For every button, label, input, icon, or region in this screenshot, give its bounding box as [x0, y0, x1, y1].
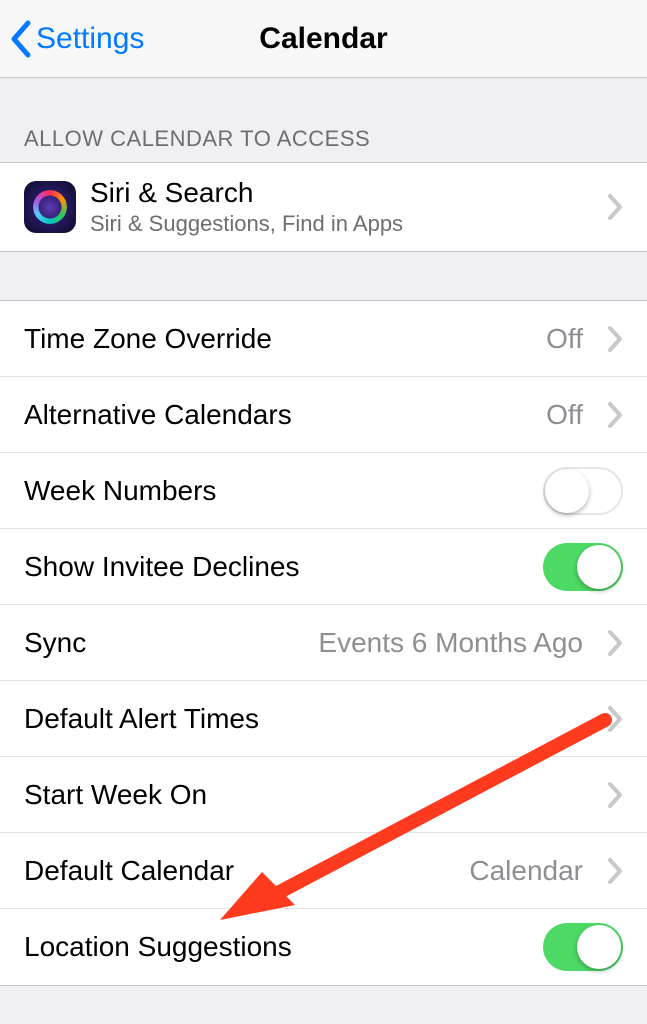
section-main: Time Zone Override Off Alternative Calen… [0, 300, 647, 986]
label-time-zone: Time Zone Override [24, 323, 272, 355]
siri-title: Siri & Search [90, 177, 403, 209]
page-title: Calendar [259, 22, 387, 56]
toggle-invitee-declines[interactable] [543, 543, 623, 591]
row-week-numbers: Week Numbers [0, 453, 647, 529]
row-default-calendar[interactable]: Default Calendar Calendar [0, 833, 647, 909]
back-label: Settings [36, 22, 144, 56]
row-location-suggestions: Location Suggestions [0, 909, 647, 985]
chevron-right-icon [607, 193, 623, 221]
row-start-week-on[interactable]: Start Week On [0, 757, 647, 833]
value-default-calendar: Calendar [469, 855, 583, 887]
chevron-right-icon [607, 629, 623, 657]
value-alt-cal: Off [546, 399, 583, 431]
label-start-week: Start Week On [24, 779, 207, 811]
row-show-invitee-declines: Show Invitee Declines [0, 529, 647, 605]
chevron-right-icon [607, 857, 623, 885]
row-siri-search[interactable]: Siri & Search Siri & Suggestions, Find i… [0, 163, 647, 251]
chevron-right-icon [607, 325, 623, 353]
value-sync: Events 6 Months Ago [318, 627, 583, 659]
siri-subtitle: Siri & Suggestions, Find in Apps [90, 211, 403, 237]
chevron-right-icon [607, 781, 623, 809]
toggle-week-numbers[interactable] [543, 467, 623, 515]
label-location: Location Suggestions [24, 931, 292, 963]
chevron-left-icon [8, 19, 32, 59]
back-button[interactable]: Settings [8, 0, 144, 77]
label-alt-cal: Alternative Calendars [24, 399, 292, 431]
row-default-alert-times[interactable]: Default Alert Times [0, 681, 647, 757]
row-alternative-calendars[interactable]: Alternative Calendars Off [0, 377, 647, 453]
siri-icon [24, 181, 76, 233]
label-invitee: Show Invitee Declines [24, 551, 299, 583]
siri-text-container: Siri & Search Siri & Suggestions, Find i… [90, 177, 403, 237]
list-allow: Siri & Search Siri & Suggestions, Find i… [0, 162, 647, 252]
chevron-right-icon [607, 401, 623, 429]
label-alert: Default Alert Times [24, 703, 259, 735]
chevron-right-icon [607, 705, 623, 733]
label-default-calendar: Default Calendar [24, 855, 234, 887]
list-main: Time Zone Override Off Alternative Calen… [0, 300, 647, 986]
label-sync: Sync [24, 627, 86, 659]
toggle-location-suggestions[interactable] [543, 923, 623, 971]
row-time-zone-override[interactable]: Time Zone Override Off [0, 301, 647, 377]
section-header-allow: ALLOW CALENDAR TO ACCESS [0, 126, 647, 162]
value-time-zone: Off [546, 323, 583, 355]
row-sync[interactable]: Sync Events 6 Months Ago [0, 605, 647, 681]
label-week-numbers: Week Numbers [24, 475, 216, 507]
section-allow-access: ALLOW CALENDAR TO ACCESS Siri & Search S… [0, 126, 647, 252]
nav-bar: Settings Calendar [0, 0, 647, 78]
